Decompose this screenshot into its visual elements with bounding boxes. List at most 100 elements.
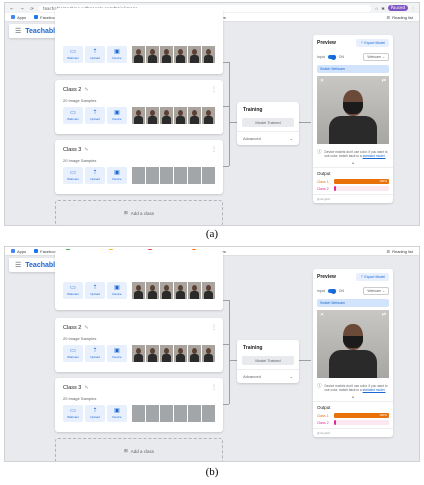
- sample-image[interactable]: [174, 405, 187, 422]
- webcam-button[interactable]: ▭ Webcam: [63, 46, 83, 63]
- sample-image[interactable]: [202, 46, 215, 63]
- camera-select[interactable]: Webcam ⌄: [363, 287, 389, 295]
- sample-image[interactable]: [132, 107, 145, 124]
- upload-button[interactable]: ⇡ Upload: [85, 282, 105, 299]
- export-model-button[interactable]: ⇡ Export Model: [356, 39, 389, 47]
- language-select[interactable]: ◍ English: [313, 194, 393, 203]
- sample-image[interactable]: [188, 167, 201, 184]
- upload-button[interactable]: ⇡ Upload: [85, 167, 105, 184]
- close-icon[interactable]: ✕: [320, 78, 324, 84]
- input-toggle[interactable]: [327, 54, 336, 60]
- pencil-icon[interactable]: ✎: [84, 325, 88, 331]
- upload-button[interactable]: ⇡ Upload: [85, 345, 105, 362]
- sample-image[interactable]: [132, 405, 145, 422]
- sample-image[interactable]: [132, 46, 145, 63]
- profile-button[interactable]: Paused: [387, 5, 408, 11]
- sample-image[interactable]: [188, 46, 201, 63]
- train-model-button[interactable]: Model Trained: [242, 356, 294, 365]
- device-button[interactable]: ▣ Device: [107, 282, 127, 299]
- forward-icon[interactable]: →: [19, 6, 25, 11]
- more-vert-icon[interactable]: ⋮: [211, 146, 217, 153]
- flip-camera-icon[interactable]: ⇄: [382, 312, 386, 318]
- more-vert-icon[interactable]: ⋮: [211, 86, 217, 93]
- sample-image[interactable]: [202, 167, 215, 184]
- class-name[interactable]: Class 2: [63, 87, 81, 93]
- back-icon[interactable]: ←: [9, 6, 15, 11]
- add-class-button[interactable]: ⊞ Add a class: [55, 200, 223, 225]
- pencil-icon[interactable]: ✎: [84, 87, 88, 93]
- sample-image[interactable]: [146, 282, 159, 299]
- sample-image[interactable]: [188, 345, 201, 362]
- sample-image[interactable]: [160, 107, 173, 124]
- sample-image[interactable]: [188, 107, 201, 124]
- device-button[interactable]: ▣ Device: [107, 345, 127, 362]
- sample-image[interactable]: [132, 345, 145, 362]
- reading-list[interactable]: ☰ Reading list: [387, 15, 414, 20]
- advanced-toggle[interactable]: Advanced ⌄: [237, 131, 299, 145]
- sample-image[interactable]: [174, 107, 187, 124]
- pencil-icon[interactable]: ✎: [84, 147, 88, 153]
- device-button[interactable]: ▣ Device: [107, 405, 127, 422]
- upload-button[interactable]: ⇡ Upload: [85, 405, 105, 422]
- sample-image[interactable]: [202, 405, 215, 422]
- device-button[interactable]: ▣ Device: [107, 167, 127, 184]
- upload-button[interactable]: ⇡ Upload: [85, 107, 105, 124]
- sample-image[interactable]: [146, 46, 159, 63]
- sample-image[interactable]: [202, 107, 215, 124]
- webcam-button[interactable]: ▭ Webcam: [63, 405, 83, 422]
- more-icon[interactable]: ⋮: [411, 6, 415, 11]
- sample-image[interactable]: [188, 282, 201, 299]
- webcam-button[interactable]: ▭ Webcam: [63, 282, 83, 299]
- pencil-icon[interactable]: ✎: [84, 385, 88, 391]
- sample-image[interactable]: [160, 167, 173, 184]
- standard-model-link[interactable]: standard model.: [363, 388, 386, 392]
- sample-image[interactable]: [202, 282, 215, 299]
- standard-model-link[interactable]: standard model.: [363, 154, 386, 158]
- add-class-button[interactable]: ⊞ Add a class: [55, 438, 223, 461]
- sample-image[interactable]: [146, 107, 159, 124]
- reload-icon[interactable]: ⟳: [29, 6, 35, 11]
- language-select[interactable]: ◍ English: [313, 428, 393, 437]
- menu-icon[interactable]: ☰: [15, 261, 21, 269]
- class-name[interactable]: Class 3: [63, 385, 81, 391]
- advanced-toggle[interactable]: Advanced ⌄: [237, 369, 299, 383]
- input-toggle[interactable]: [327, 288, 336, 294]
- more-vert-icon[interactable]: ⋮: [211, 324, 217, 331]
- webcam-button[interactable]: ▭ Webcam: [63, 345, 83, 362]
- sample-image[interactable]: [132, 282, 145, 299]
- switch-webcam-button[interactable]: Switch Webcam: [317, 65, 389, 73]
- class-name[interactable]: Class 2: [63, 325, 81, 331]
- menu-icon[interactable]: ☰: [15, 27, 21, 35]
- webcam-button[interactable]: ▭ Webcam: [63, 107, 83, 124]
- star-icon[interactable]: ☆: [375, 6, 379, 11]
- close-icon[interactable]: ✕: [320, 312, 324, 318]
- switch-webcam-button[interactable]: Switch Webcam: [317, 299, 389, 307]
- more-vert-icon[interactable]: ⋮: [211, 384, 217, 391]
- flip-camera-icon[interactable]: ⇄: [382, 78, 386, 84]
- sample-image[interactable]: [174, 345, 187, 362]
- train-model-button[interactable]: Model Trained: [242, 118, 294, 127]
- sample-image[interactable]: [174, 46, 187, 63]
- webcam-button[interactable]: ▭ Webcam: [63, 167, 83, 184]
- sample-image[interactable]: [174, 282, 187, 299]
- bookmark-apps[interactable]: Apps: [11, 249, 26, 254]
- class-name[interactable]: Class 3: [63, 147, 81, 153]
- device-button[interactable]: ▣ Device: [107, 46, 127, 63]
- extensions-icon[interactable]: ✱: [381, 6, 384, 11]
- sample-image[interactable]: [146, 405, 159, 422]
- sample-image[interactable]: [146, 345, 159, 362]
- camera-select[interactable]: Webcam ⌄: [363, 53, 389, 61]
- sample-image[interactable]: [188, 405, 201, 422]
- sample-image[interactable]: [160, 282, 173, 299]
- sample-image[interactable]: [202, 345, 215, 362]
- sample-image[interactable]: [160, 46, 173, 63]
- export-model-button[interactable]: ⇡ Export Model: [356, 273, 389, 281]
- sample-image[interactable]: [160, 405, 173, 422]
- device-button[interactable]: ▣ Device: [107, 107, 127, 124]
- reading-list[interactable]: ☰ Reading list: [387, 249, 414, 254]
- sample-image[interactable]: [146, 167, 159, 184]
- upload-button[interactable]: ⇡ Upload: [85, 46, 105, 63]
- sample-image[interactable]: [160, 345, 173, 362]
- sample-image[interactable]: [174, 167, 187, 184]
- sample-image[interactable]: [132, 167, 145, 184]
